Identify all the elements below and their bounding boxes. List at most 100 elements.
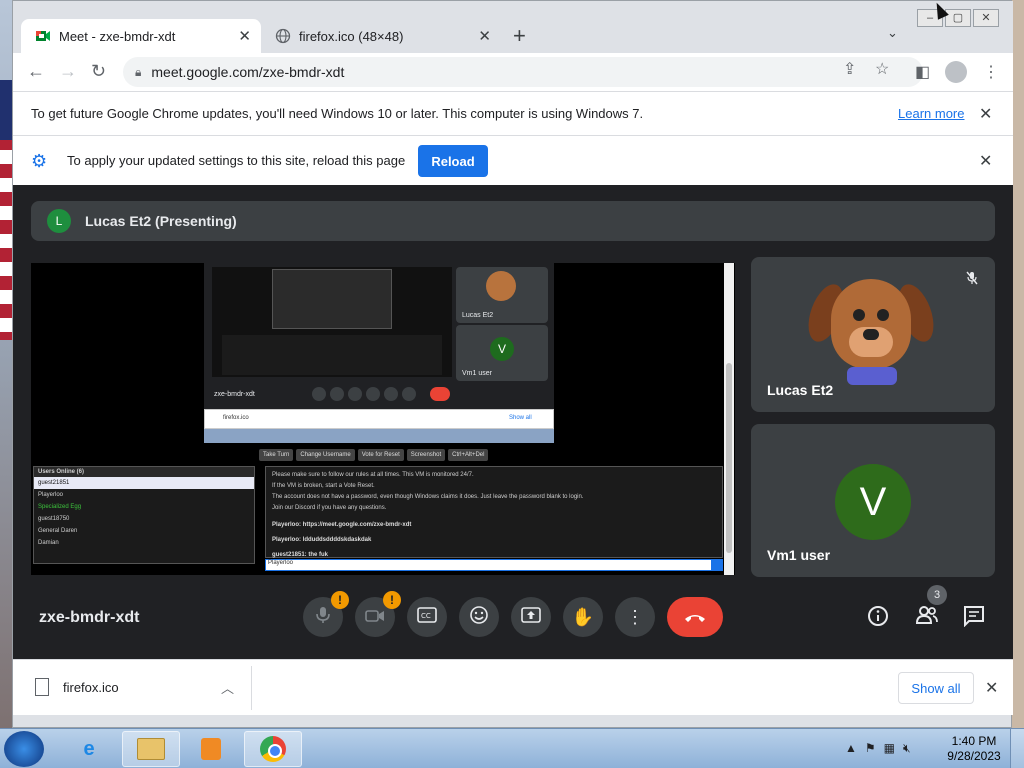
svg-text:CC: CC bbox=[421, 612, 431, 620]
maximize-button[interactable]: ▢ bbox=[945, 9, 971, 27]
nested-share-view bbox=[212, 267, 452, 377]
present-icon bbox=[521, 606, 541, 628]
close-window-button[interactable]: ✕ bbox=[973, 9, 999, 27]
bookmark-star-icon[interactable]: ☆ bbox=[875, 59, 889, 79]
browser-toolbar: ← → ↻ 🔒︎ meet.google.com/zxe-bmdr-xdt ⇪ … bbox=[13, 53, 1013, 91]
nested-meet-window: Lucas Et2 V Vm1 user zxe-bmdr-xdt firefo… bbox=[204, 263, 554, 443]
reload-button[interactable]: Reload bbox=[418, 145, 488, 177]
download-item[interactable]: firefox.ico bbox=[35, 678, 119, 696]
scrollbar-thumb[interactable] bbox=[726, 363, 732, 553]
internet-explorer-icon: e bbox=[83, 737, 95, 760]
nested-emoji-icon bbox=[366, 387, 380, 401]
action-center-flag-icon[interactable]: ⚑ bbox=[865, 741, 876, 756]
windows-taskbar: e ▲ ⚑ ▦ 🔇︎ 1:40 PM 9/28/2023 bbox=[0, 728, 1024, 768]
lock-icon: 🔒︎ bbox=[135, 64, 142, 79]
start-button[interactable] bbox=[4, 731, 44, 767]
back-arrow-icon[interactable]: ← bbox=[27, 61, 45, 82]
vm-control-buttons: Take Turn Change Username Vote for Reset… bbox=[259, 449, 489, 461]
chevron-up-icon[interactable]: ︿ bbox=[221, 678, 234, 697]
people-icon[interactable] bbox=[915, 605, 939, 631]
user-row: guest21851 bbox=[34, 477, 254, 489]
close-download-shelf-icon[interactable]: ✕ bbox=[985, 678, 998, 698]
users-header: Users Online (6) bbox=[34, 467, 254, 477]
nested-meeting-code: zxe-bmdr-xdt bbox=[214, 391, 255, 398]
tab-title: firefox.ico (48×48) bbox=[299, 28, 404, 44]
user-row: Specialized Egg bbox=[38, 504, 82, 510]
taskbar-internet-explorer[interactable]: e bbox=[60, 731, 118, 767]
close-infobar-icon[interactable]: ✕ bbox=[979, 104, 992, 124]
profile-avatar-icon[interactable] bbox=[945, 61, 967, 83]
info-icon[interactable] bbox=[867, 605, 889, 633]
nested-show-all: Show all bbox=[509, 415, 532, 421]
chrome-window: Meet - zxe-bmdr-xdt ✕ firefox.ico (48×48… bbox=[12, 0, 1013, 728]
clock[interactable]: 1:40 PM 9/28/2023 bbox=[946, 734, 1002, 764]
people-count-badge: 3 bbox=[927, 585, 947, 605]
reload-infobar: ⚙ To apply your updated settings to this… bbox=[13, 135, 1013, 185]
show-all-button[interactable]: Show all bbox=[898, 672, 974, 704]
nested-tile-vm: V Vm1 user bbox=[456, 325, 548, 381]
raise-hand-icon: ✋ bbox=[571, 606, 595, 627]
show-desktop-button[interactable] bbox=[1010, 729, 1024, 768]
chrome-icon bbox=[260, 736, 286, 762]
taskbar-chrome[interactable] bbox=[244, 731, 302, 767]
forward-arrow-icon[interactable]: → bbox=[59, 61, 77, 82]
chat-message: Playerloo: ldduddsddddskdaskdak bbox=[272, 537, 372, 543]
network-icon[interactable]: ▦ bbox=[884, 741, 895, 756]
chat-icon[interactable] bbox=[963, 605, 985, 633]
file-icon bbox=[35, 678, 49, 696]
participant-avatar: V bbox=[835, 464, 911, 540]
raise-hand-button[interactable]: ✋ bbox=[563, 597, 603, 637]
chat-rule-line: Please make sure to follow our rules at … bbox=[272, 472, 474, 478]
globe-icon bbox=[275, 28, 291, 44]
alert-badge-icon: ! bbox=[383, 591, 401, 609]
dog-nose bbox=[863, 329, 879, 340]
learn-more-link[interactable]: Learn more bbox=[898, 106, 964, 121]
user-row: Damian bbox=[38, 540, 59, 546]
tab-meet[interactable]: Meet - zxe-bmdr-xdt ✕ bbox=[21, 19, 261, 53]
end-call-button[interactable] bbox=[667, 597, 723, 637]
tab-search-chevron-icon[interactable]: ⌄ bbox=[887, 25, 898, 41]
participant-tile-lucas[interactable]: Lucas Et2 bbox=[751, 257, 995, 412]
more-options-button[interactable]: ⋮ bbox=[615, 597, 655, 637]
tray-expand-icon[interactable]: ▲ bbox=[845, 741, 857, 756]
meeting-code: zxe-bmdr-xdt bbox=[39, 609, 140, 626]
taskbar-media-player[interactable] bbox=[182, 731, 240, 767]
reload-icon[interactable]: ↻ bbox=[91, 61, 106, 82]
nested-tile-label: Lucas Et2 bbox=[462, 312, 494, 319]
nested-tile-label: Vm1 user bbox=[462, 370, 492, 377]
camera-button[interactable]: ! bbox=[355, 591, 401, 637]
user-row: General Daren bbox=[38, 528, 78, 534]
tab-title: Meet - zxe-bmdr-xdt bbox=[59, 28, 176, 44]
media-player-icon bbox=[201, 738, 221, 760]
nested-download-bar: firefox.ico Show all bbox=[204, 409, 554, 429]
captions-button[interactable]: CC bbox=[407, 597, 447, 637]
close-tab-icon[interactable]: ✕ bbox=[478, 27, 491, 45]
volume-muted-icon[interactable]: 🔇︎ bbox=[903, 741, 911, 756]
nested-dog-avatar bbox=[486, 271, 516, 301]
share-icon[interactable]: ⇪ bbox=[843, 59, 856, 79]
new-tab-button[interactable]: + bbox=[513, 23, 526, 49]
user-row: guest18750 bbox=[38, 516, 70, 522]
close-infobar-icon[interactable]: ✕ bbox=[979, 151, 992, 171]
nested-camera-icon bbox=[330, 387, 344, 401]
side-panel-icon[interactable]: ◧ bbox=[915, 62, 930, 82]
microphone-button[interactable]: ! bbox=[303, 591, 349, 637]
close-tab-icon[interactable]: ✕ bbox=[238, 27, 251, 45]
present-button[interactable] bbox=[511, 597, 551, 637]
address-bar[interactable]: 🔒︎ meet.google.com/zxe-bmdr-xdt bbox=[123, 57, 923, 87]
users-online-panel: Users Online (6) guest21851 Playerloo Sp… bbox=[33, 466, 255, 564]
vm-chat-input: Playerloo bbox=[265, 559, 723, 571]
nested-end-call-icon bbox=[430, 387, 450, 401]
participant-tile-vm1[interactable]: V Vm1 user bbox=[751, 424, 995, 577]
shared-screen-scrollbar[interactable] bbox=[724, 263, 734, 575]
nested-mic-icon bbox=[312, 387, 326, 401]
tab-firefox-ico[interactable]: firefox.ico (48×48) ✕ bbox=[265, 19, 501, 53]
taskbar-file-explorer[interactable] bbox=[122, 731, 180, 767]
shared-screen: Lucas Et2 V Vm1 user zxe-bmdr-xdt firefo… bbox=[31, 263, 735, 575]
menu-dots-icon[interactable]: ⋮ bbox=[983, 62, 999, 82]
chat-message: Playerloo: https://meet.google.com/zxe-b… bbox=[272, 522, 412, 528]
download-shelf: firefox.ico ︿ Show all ✕ bbox=[13, 659, 1013, 715]
dog-avatar bbox=[801, 279, 941, 389]
chat-rule-line: Join our Discord if you have any questio… bbox=[272, 505, 387, 511]
emoji-button[interactable] bbox=[459, 597, 499, 637]
